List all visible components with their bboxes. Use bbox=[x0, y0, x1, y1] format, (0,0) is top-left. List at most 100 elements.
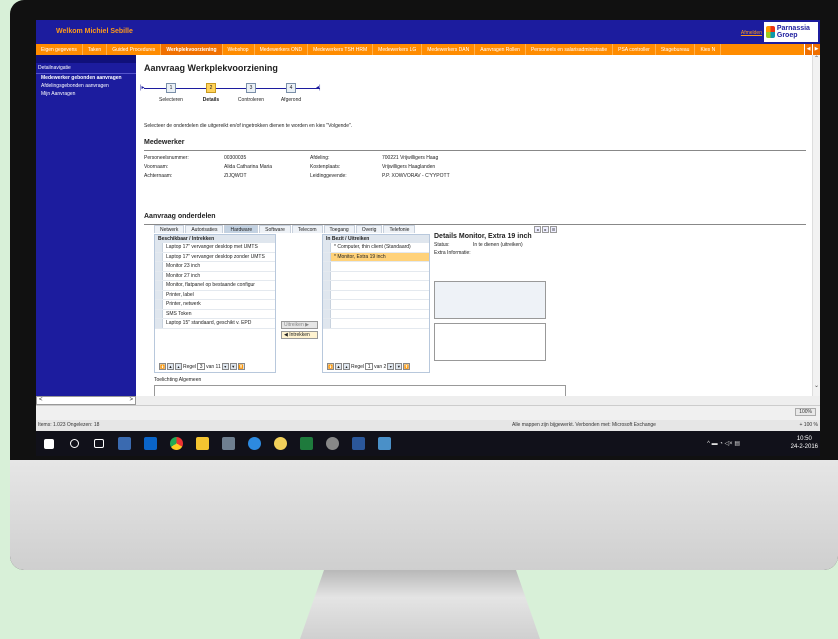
nav-tab-medewerkers-dan[interactable]: Medewerkers DAN bbox=[422, 44, 476, 55]
table-row[interactable]: * Computer, thin client (Standaard) bbox=[323, 243, 429, 253]
value-voornaam: Alida Catharina Maria bbox=[224, 164, 273, 170]
scroll-left-icon[interactable]: < bbox=[39, 397, 43, 403]
sidebar-item-afdelingsgebonden[interactable]: Afdelingsgebonden aanvragen bbox=[36, 82, 136, 90]
pager-row-input[interactable]: 3 bbox=[197, 363, 206, 370]
table-row[interactable]: Monitor 23 inch bbox=[155, 262, 275, 272]
intrekken-button[interactable]: ◀ Intrekken bbox=[281, 331, 318, 339]
step-4[interactable]: 4 bbox=[286, 83, 296, 93]
step-3[interactable]: 3 bbox=[246, 83, 256, 93]
ie-icon[interactable] bbox=[248, 437, 261, 450]
nav-tab-stagebureau[interactable]: Stagebureau bbox=[656, 44, 696, 55]
nav-tab-eigen-gegevens[interactable]: Eigen gegevens bbox=[36, 44, 83, 55]
nav-tab-medewerkers-tsh-hrm[interactable]: Medewerkers TSH HRM bbox=[308, 44, 374, 55]
row-selector[interactable] bbox=[155, 319, 163, 328]
table-row[interactable]: Laptop 17" vervanger desktop zonder UMTS bbox=[155, 252, 275, 262]
app-icon[interactable] bbox=[118, 437, 131, 450]
next-row-icon[interactable]: ▾ bbox=[221, 363, 229, 370]
excel-icon[interactable] bbox=[300, 437, 313, 450]
tab-list-icon[interactable]: ☰ bbox=[550, 226, 557, 233]
sidebar-item-mijn-aanvragen[interactable]: Mijn Aanvragen bbox=[36, 90, 136, 98]
taskbar-clock[interactable]: 10:50 24-2-2016 bbox=[791, 435, 818, 451]
scroll-down-icon[interactable]: ⌄ bbox=[813, 382, 820, 389]
row-selector[interactable] bbox=[323, 243, 331, 252]
first-page-icon[interactable]: ⏫ bbox=[159, 363, 166, 370]
nav-tab-medewerkers-ond[interactable]: Medewerkers OND bbox=[255, 44, 309, 55]
zoom-indicator[interactable]: 100% bbox=[795, 408, 816, 416]
nav-right-arrow-icon[interactable]: ▶ bbox=[812, 44, 820, 55]
nav-tab-taken[interactable]: Taken bbox=[83, 44, 108, 55]
app-icon-5[interactable] bbox=[378, 437, 391, 450]
nav-tab-psa-controller[interactable]: PSA controller bbox=[613, 44, 656, 55]
table-row[interactable]: Printer, netwerk bbox=[155, 300, 275, 310]
step-1[interactable]: 1 bbox=[166, 83, 176, 93]
row-selector[interactable] bbox=[155, 262, 163, 271]
row-selector[interactable] bbox=[155, 243, 163, 252]
uitreiken-button[interactable]: Uitreiken ▶ bbox=[281, 321, 318, 329]
table-row[interactable]: Monitor, flatpanel op bestaande configur bbox=[155, 281, 275, 291]
app-icon-4[interactable] bbox=[326, 437, 339, 450]
pager-row-input[interactable]: 1 bbox=[365, 363, 374, 370]
first-page-icon[interactable]: ⏫ bbox=[327, 363, 334, 370]
chrome-icon[interactable] bbox=[170, 437, 183, 450]
nav-tab-guided-procedures[interactable]: Guided Procedures bbox=[107, 44, 162, 55]
search-icon[interactable] bbox=[70, 439, 79, 448]
sidebar-item-medewerker-gebonden[interactable]: Medewerker gebonden aanvragen bbox=[36, 74, 136, 82]
table-row[interactable]: Laptop 15" standaard, geschikt v. EPD bbox=[155, 319, 275, 329]
nav-tab-personeels-salarisadministratie[interactable]: Personeels en salarisadministratie bbox=[526, 44, 614, 55]
sidebar-collapse-bar[interactable] bbox=[36, 55, 136, 63]
scroll-right-icon[interactable]: > bbox=[129, 397, 133, 403]
next-row-icon[interactable]: ▾ bbox=[387, 363, 395, 370]
tab-prev-icon[interactable]: ◂ bbox=[534, 226, 541, 233]
table-row[interactable]: Laptop 17" vervanger desktop met UMTS bbox=[155, 243, 275, 253]
row-selector[interactable] bbox=[155, 309, 163, 318]
details-textarea[interactable] bbox=[434, 323, 546, 361]
app-icon-3[interactable] bbox=[274, 437, 287, 450]
app-icon-2[interactable] bbox=[222, 437, 235, 450]
nav-tab-kies[interactable]: Kies N bbox=[695, 44, 722, 55]
nav-tab-medewerkers-lg[interactable]: Medewerkers LG bbox=[373, 44, 423, 55]
row-selector[interactable] bbox=[155, 300, 163, 309]
nav-tab-werkplekvoorziening[interactable]: Werkplekvoorziening bbox=[161, 44, 223, 55]
step-2[interactable]: 2 bbox=[206, 83, 216, 93]
tab-software[interactable]: Software bbox=[259, 225, 291, 233]
tab-overig[interactable]: Overig bbox=[355, 225, 383, 233]
nav-left-arrow-icon[interactable]: ◀ bbox=[804, 44, 812, 55]
next-page-icon[interactable]: ▼ bbox=[395, 363, 403, 370]
word-icon[interactable] bbox=[352, 437, 365, 450]
task-view-icon[interactable] bbox=[94, 439, 104, 448]
prev-page-icon[interactable]: ▲ bbox=[335, 363, 342, 370]
tab-toegang[interactable]: Toegang bbox=[323, 225, 355, 233]
next-page-icon[interactable]: ▼ bbox=[229, 363, 237, 370]
prev-page-icon[interactable]: ▲ bbox=[167, 363, 174, 370]
outlook-icon[interactable] bbox=[144, 437, 157, 450]
prev-row-icon[interactable]: ▴ bbox=[343, 363, 350, 370]
last-page-icon[interactable]: ⏬ bbox=[237, 363, 245, 370]
row-selector[interactable] bbox=[155, 271, 163, 280]
tab-telecom[interactable]: Telecom bbox=[291, 225, 323, 233]
tab-netwerk[interactable]: Netwerk bbox=[154, 225, 185, 233]
tab-telefonie[interactable]: Telefonie bbox=[383, 225, 416, 233]
nav-tab-aanvragen-rollen[interactable]: Aanvragen Rollen bbox=[475, 44, 526, 55]
vertical-scrollbar[interactable]: ⌃ ⌄ bbox=[812, 55, 820, 396]
row-selector[interactable] bbox=[155, 252, 163, 261]
nav-tab-webshop[interactable]: Webshop bbox=[223, 44, 255, 55]
table-row[interactable]: SMS Token bbox=[155, 309, 275, 319]
row-selector[interactable] bbox=[155, 290, 163, 299]
last-page-icon[interactable]: ⏬ bbox=[403, 363, 411, 370]
tab-hardware[interactable]: Hardware bbox=[224, 225, 259, 233]
tab-autorisaties[interactable]: Autorisaties bbox=[185, 225, 224, 233]
tab-next-icon[interactable]: ▸ bbox=[542, 226, 549, 233]
file-explorer-icon[interactable] bbox=[196, 437, 209, 450]
row-selector[interactable] bbox=[155, 281, 163, 290]
table-row[interactable]: Monitor 27 inch bbox=[155, 271, 275, 281]
logout-link[interactable]: Afmelden bbox=[741, 30, 762, 36]
horizontal-scrollbar[interactable]: < > bbox=[36, 396, 136, 405]
scroll-up-icon[interactable]: ⌃ bbox=[813, 55, 820, 62]
row-selector[interactable] bbox=[323, 252, 331, 261]
table-row-selected[interactable]: * Monitor, Extra 19 inch bbox=[323, 252, 429, 262]
prev-row-icon[interactable]: ▴ bbox=[175, 363, 182, 370]
row-label: Monitor, flatpanel op bestaande configur bbox=[166, 282, 255, 289]
table-row[interactable]: Printer, label bbox=[155, 290, 275, 300]
start-windows-icon[interactable] bbox=[44, 439, 54, 449]
system-tray-icons[interactable]: ^ ▬ ◔ ◁× ▤ bbox=[707, 440, 740, 447]
